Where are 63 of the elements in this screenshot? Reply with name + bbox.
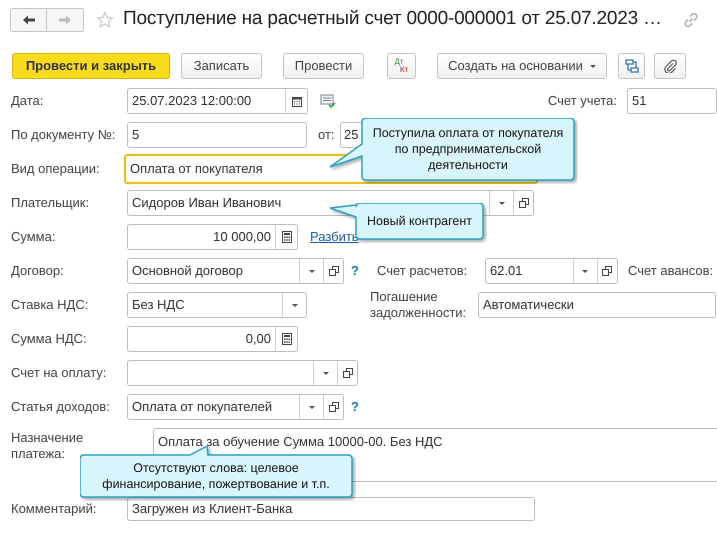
open-icon bbox=[328, 266, 338, 276]
income-item-field[interactable]: Оплата от покупателей bbox=[127, 394, 344, 420]
arrow-right-icon bbox=[58, 14, 72, 24]
field-label: Ставка НДС: bbox=[11, 297, 90, 313]
settlement-account-field[interactable]: 62.01 bbox=[484, 258, 618, 284]
caret-icon bbox=[582, 270, 588, 272]
paperclip-icon bbox=[663, 59, 677, 73]
caret-icon bbox=[292, 304, 298, 306]
field-label: Сумма: bbox=[11, 229, 56, 245]
caret-icon bbox=[308, 406, 314, 408]
structure-icon bbox=[624, 59, 638, 73]
document-number-field[interactable]: 5 bbox=[127, 122, 307, 148]
contract-field[interactable]: Основной договор bbox=[127, 258, 344, 284]
repayment-field[interactable]: Автоматически bbox=[478, 292, 716, 318]
date-field[interactable]: 25.07.2023 12:00:00 bbox=[127, 88, 308, 114]
invoice-field[interactable] bbox=[127, 360, 358, 386]
field-label: Счет авансов: bbox=[628, 263, 714, 279]
help-link[interactable]: ? bbox=[351, 261, 359, 281]
toolbar-button[interactable]: Провести bbox=[283, 53, 364, 79]
arrow-left-icon bbox=[22, 14, 36, 24]
open-icon bbox=[518, 198, 528, 208]
field-label: Счет расчетов: bbox=[376, 263, 468, 279]
calculator-icon bbox=[282, 231, 292, 243]
field-label: По документу №: bbox=[11, 127, 116, 143]
open-icon bbox=[328, 402, 338, 412]
open-icon bbox=[342, 368, 352, 378]
open-icon bbox=[602, 266, 612, 276]
vat-amount-field[interactable]: 0,00 bbox=[127, 326, 298, 352]
field-label: Погашение задолженности: bbox=[370, 289, 468, 321]
structure-button[interactable] bbox=[618, 53, 645, 79]
attach-button[interactable] bbox=[654, 53, 686, 79]
field-label: Вид операции: bbox=[11, 161, 101, 177]
field-label: Счет учета: bbox=[548, 93, 617, 109]
post-and-close-button[interactable]: Провести и закрыть bbox=[12, 53, 170, 79]
calculator-icon bbox=[282, 333, 292, 345]
credit-label: Кт bbox=[400, 66, 408, 74]
caret-icon bbox=[498, 202, 504, 204]
status-icon[interactable] bbox=[320, 94, 336, 108]
debit-label: Дт bbox=[394, 58, 404, 66]
caret-icon bbox=[308, 270, 314, 272]
field-label: Комментарий: bbox=[11, 501, 98, 517]
caret-icon bbox=[322, 372, 328, 374]
document-date-field[interactable]: 25 bbox=[340, 122, 363, 148]
field-label: Договор: bbox=[11, 263, 65, 279]
field-label: Статья доходов: bbox=[11, 399, 111, 415]
split-link[interactable]: Разбить bbox=[310, 227, 359, 247]
field-label: Сумма НДС: bbox=[11, 331, 88, 347]
field-label: Счет на оплату: bbox=[11, 365, 108, 381]
account-field[interactable]: 51 bbox=[627, 88, 717, 114]
calendar-icon bbox=[292, 96, 302, 106]
create-based-on-button[interactable]: Создать на основании bbox=[437, 53, 607, 79]
comment-field[interactable]: Загружен из Клиент-Банка bbox=[127, 497, 535, 521]
debit-credit-button[interactable]: Дт Кт bbox=[387, 53, 416, 79]
field-label: Дата: bbox=[11, 93, 44, 109]
field-label: от: bbox=[318, 127, 336, 143]
vat-rate-field[interactable]: Без НДС bbox=[127, 292, 307, 318]
amount-field[interactable]: 10 000,00 bbox=[127, 224, 298, 250]
star-icon[interactable] bbox=[96, 10, 114, 28]
toolbar-button[interactable]: Записать bbox=[181, 53, 262, 79]
caret-icon bbox=[590, 64, 596, 68]
field-label: Плательщик: bbox=[11, 195, 90, 211]
help-link[interactable]: ? bbox=[351, 397, 359, 417]
window-title: Поступление на расчетный счет 0000-000001 от 25.07.2023 … bbox=[123, 7, 662, 32]
